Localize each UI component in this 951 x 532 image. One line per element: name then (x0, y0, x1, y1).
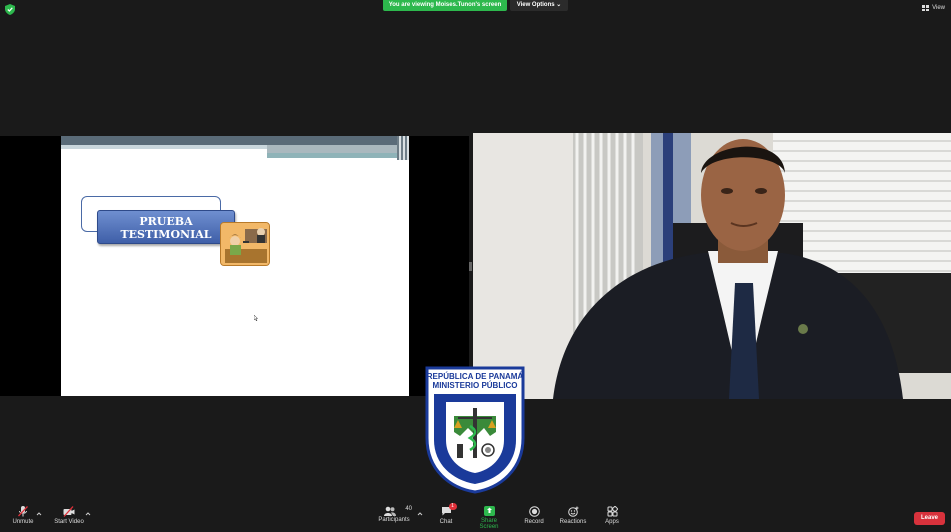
reactions-label: Reactions (559, 519, 587, 525)
slide-header-stripes (61, 136, 409, 160)
share-screen-button[interactable]: Share Screen (471, 506, 507, 530)
record-button[interactable]: Record (523, 506, 545, 525)
participants-count: 40 (405, 506, 412, 512)
presentation-slide: PRUEBA TESTIMONIAL (61, 136, 409, 396)
logo-republic-text: REPÚBLICA DE PANAMÁ (426, 372, 524, 381)
unmute-label: Unmute (12, 519, 34, 525)
chat-unread-badge: 1 (448, 503, 457, 510)
slide-title-line2: TESTIMONIAL (120, 228, 212, 241)
courtroom-clipart-image (220, 222, 270, 266)
view-button[interactable]: View (922, 3, 945, 13)
chevron-down-icon: ⌄ (556, 2, 562, 8)
start-video-label: Start Video (54, 519, 84, 525)
meeting-toolbar: Unmute Start Video 40 Participants 1 Cha… (0, 502, 951, 532)
muted-microphone-icon (18, 506, 28, 517)
unmute-button[interactable]: Unmute (10, 506, 36, 525)
speaker-video (473, 133, 951, 399)
share-screen-icon (483, 506, 495, 516)
logo-ministry-text: MINISTERIO PÚBLICO (432, 381, 518, 390)
chevron-up-icon[interactable] (36, 511, 42, 517)
leave-button[interactable]: Leave (914, 512, 945, 525)
chat-button[interactable]: 1 Chat (436, 503, 457, 525)
institute-logo: REPÚBLICA DE PANAMÁ MINISTERIO PÚBLICO (424, 366, 526, 494)
participants-icon (384, 506, 397, 516)
shared-screen: PRUEBA TESTIMONIAL (0, 136, 469, 396)
view-options-label: View Options (516, 2, 555, 8)
record-label: Record (524, 519, 544, 525)
grid-icon (922, 5, 930, 11)
apps-button[interactable]: Apps (602, 506, 622, 525)
reactions-button[interactable]: Reactions (559, 506, 587, 525)
top-bar: You are viewing Moises.Tunon's screen Vi… (0, 0, 951, 18)
smiley-plus-icon (567, 506, 578, 517)
share-screen-label: Share Screen (479, 518, 499, 530)
start-video-button[interactable]: Start Video (52, 506, 86, 525)
slide-title-line1: PRUEBA (139, 215, 193, 228)
chevron-up-icon[interactable] (417, 511, 423, 517)
participants-button[interactable]: 40 Participants (376, 506, 412, 523)
view-options-button[interactable]: View Options ⌄ (510, 0, 568, 11)
record-icon (528, 506, 540, 517)
viewing-screen-banner: You are viewing Moises.Tunon's screen (383, 0, 507, 11)
apps-icon (607, 506, 618, 517)
participants-label: Participants (378, 517, 410, 523)
shield-icon[interactable] (5, 4, 15, 15)
mouse-cursor-icon (254, 315, 258, 321)
view-label: View (932, 5, 945, 11)
split-view-handle[interactable] (469, 262, 472, 271)
apps-label: Apps (605, 519, 619, 525)
chevron-up-icon[interactable] (85, 511, 91, 517)
slide-title: PRUEBA TESTIMONIAL (97, 210, 235, 244)
chat-label: Chat (439, 519, 453, 525)
video-off-icon (63, 506, 75, 517)
zoom-meeting-window: You are viewing Moises.Tunon's screen Vi… (0, 0, 951, 532)
